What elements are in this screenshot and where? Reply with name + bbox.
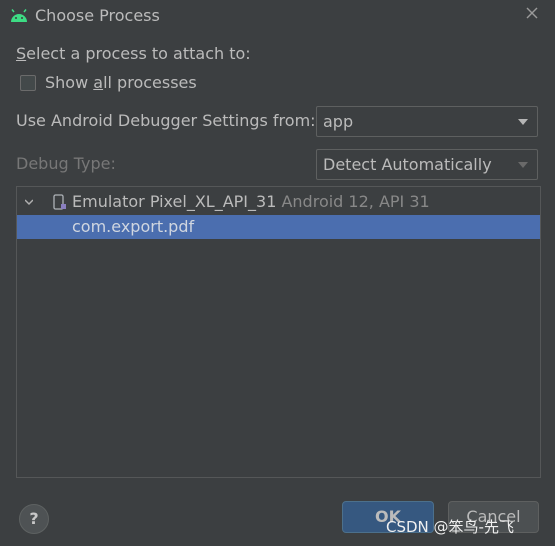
watermark-text: CSDN @笨鸟-先飞 <box>386 518 514 536</box>
debug-type-value: Detect Automatically <box>323 155 492 174</box>
device-label: Emulator Pixel_XL_API_31 Android 12, API… <box>72 192 430 211</box>
show-all-text-post: ll processes <box>103 73 197 92</box>
title-bar: Choose Process <box>0 0 555 32</box>
help-button[interactable]: ? <box>19 504 49 534</box>
show-all-text-pre: Show <box>45 73 94 92</box>
process-tree[interactable]: Emulator Pixel_XL_API_31 Android 12, API… <box>16 186 541 478</box>
tree-row-device[interactable]: Emulator Pixel_XL_API_31 Android 12, API… <box>17 190 540 214</box>
chevron-down-icon <box>518 162 528 168</box>
chevron-down-icon <box>518 119 528 125</box>
window-title: Choose Process <box>35 6 160 25</box>
close-icon[interactable] <box>524 5 540 21</box>
debugger-settings-dropdown[interactable]: app <box>316 106 538 137</box>
show-all-processes-checkbox[interactable] <box>20 75 36 91</box>
debug-type-dropdown[interactable]: Detect Automatically <box>316 149 538 180</box>
process-name: com.export.pdf <box>72 217 195 236</box>
attach-prompt-label: Select a process to attach to: <box>16 44 251 63</box>
attach-prompt-text: elect a process to attach to: <box>26 44 251 63</box>
chevron-expanded-icon[interactable] <box>25 198 33 206</box>
device-icon <box>53 194 66 210</box>
debugger-settings-label: Use Android Debugger Settings from: <box>16 111 316 130</box>
device-name: Emulator Pixel_XL_API_31 <box>72 192 277 211</box>
show-all-processes-label[interactable]: Show all processes <box>45 73 197 92</box>
mnemonic-letter: S <box>16 44 27 63</box>
mnemonic-letter: a <box>93 73 104 92</box>
android-icon <box>11 9 27 22</box>
debug-type-label: Debug Type: <box>16 154 116 173</box>
device-detail: Android 12, API 31 <box>281 192 430 211</box>
debugger-settings-value: app <box>323 112 354 131</box>
tree-row-process[interactable]: com.export.pdf <box>17 215 540 239</box>
